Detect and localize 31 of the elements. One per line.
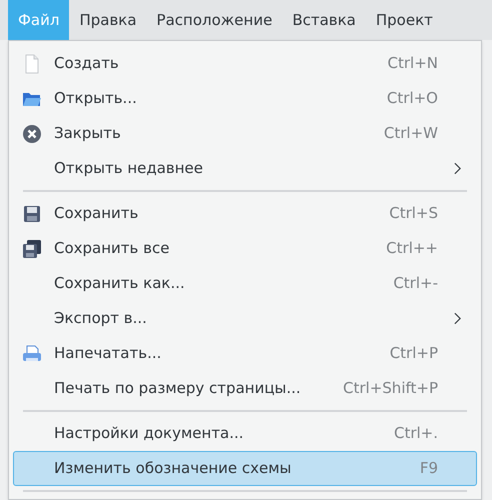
menu-item[interactable]: Создать Ctrl+N [13, 46, 477, 81]
shortcut-label: Ctrl+S [389, 203, 438, 224]
menu-item[interactable]: Открыть недавнее [13, 151, 477, 186]
menu-item[interactable]: Изменить обозначение схемы F9 [13, 451, 477, 486]
floppy-disks-icon [22, 238, 42, 258]
shortcut-label: Ctrl+N [388, 53, 438, 74]
shortcut-label: F9 [420, 458, 438, 480]
shortcut-label: Ctrl+. [394, 423, 438, 444]
menu-bar-item[interactable]: Вставка [282, 0, 366, 40]
menu-bar-item[interactable]: Проект [366, 0, 443, 40]
menu-bar-item[interactable]: Правка [69, 0, 147, 40]
shortcut-label: Ctrl+- [393, 273, 438, 294]
close-icon [22, 124, 42, 144]
menu-item[interactable]: Печать по размеру страницы... Ctrl+Shift+P [13, 371, 477, 406]
menu-item[interactable]: Сохранить все Ctrl++ [13, 231, 477, 266]
chevron-right-icon [454, 162, 460, 175]
menu-item[interactable]: Сохранить как... Ctrl+- [13, 266, 477, 301]
shortcut-label: Ctrl+O [386, 88, 438, 110]
printer-icon [22, 344, 42, 364]
menu-item[interactable]: Напечатать... Ctrl+P [13, 336, 477, 371]
shortcut-label: Ctrl+W [384, 123, 438, 144]
menu-bar-item[interactable]: Расположение [146, 0, 282, 40]
chevron-right-icon [454, 312, 460, 325]
menu-item[interactable]: Экспорт в... [13, 301, 477, 336]
shortcut-label: Ctrl+P [390, 343, 438, 364]
menu-item[interactable]: Открыть... Ctrl+O [13, 81, 477, 116]
shortcut-label: Ctrl+Shift+P [343, 378, 438, 400]
menu-item[interactable]: Сохранить Ctrl+S [13, 196, 477, 231]
shortcut-label: Ctrl++ [386, 238, 438, 260]
menu-item[interactable]: Настройки документа... Ctrl+. [13, 416, 477, 451]
menu-item[interactable]: Закрыть Ctrl+W [13, 116, 477, 151]
